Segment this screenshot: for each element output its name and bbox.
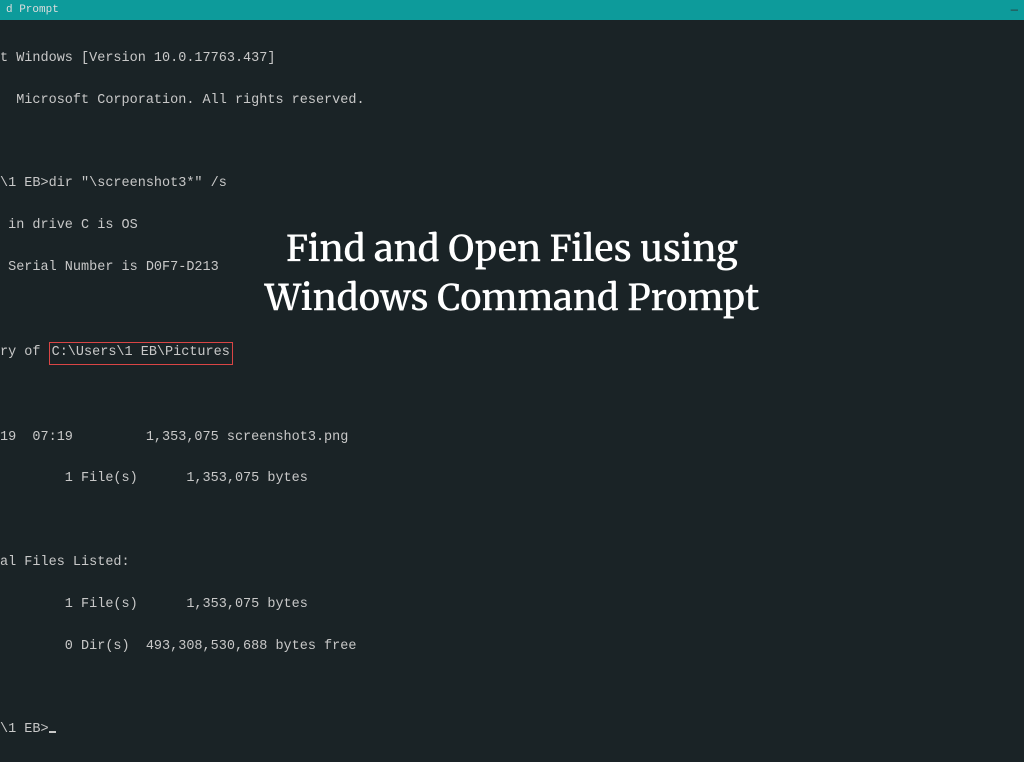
terminal-line: \1 EB>dir "\screenshot3*" /s [0, 174, 1024, 195]
highlighted-path: C:\Users\1 EB\Pictures [49, 342, 233, 365]
directory-prefix: ry of [0, 345, 49, 360]
terminal-line [0, 511, 1024, 532]
minimize-icon[interactable]: — [1011, 3, 1018, 17]
terminal-line: ry of C:\Users\1 EB\Pictures [0, 342, 1024, 365]
terminal-line [0, 133, 1024, 154]
prompt-path: \1 EB> [0, 722, 49, 737]
terminal-line: Microsoft Corporation. All rights reserv… [0, 91, 1024, 112]
cursor-icon [49, 731, 56, 733]
terminal-output: t Windows [Version 10.0.17763.437] Micro… [0, 20, 1024, 762]
window-controls: — [1011, 3, 1018, 17]
overlay-line-2: Windows Command Prompt [0, 274, 1024, 323]
window-title: d Prompt [6, 4, 59, 16]
terminal-line: 1 File(s) 1,353,075 bytes [0, 595, 1024, 616]
terminal-line [0, 679, 1024, 700]
overlay-line-1: Find and Open Files using [0, 225, 1024, 274]
terminal-line: \1 EB> [0, 720, 1024, 741]
prompt-path: \1 EB> [0, 176, 49, 191]
terminal-line: 0 Dir(s) 493,308,530,688 bytes free [0, 637, 1024, 658]
terminal-line: t Windows [Version 10.0.17763.437] [0, 49, 1024, 70]
terminal-line: 19 07:19 1,353,075 screenshot3.png [0, 428, 1024, 449]
overlay-heading: Find and Open Files using Windows Comman… [0, 225, 1024, 322]
terminal-line: al Files Listed: [0, 553, 1024, 574]
terminal-line: 1 File(s) 1,353,075 bytes [0, 469, 1024, 490]
window-titlebar: d Prompt — [0, 0, 1024, 20]
command-text: dir "\screenshot3*" /s [49, 176, 227, 191]
terminal-line [0, 386, 1024, 407]
